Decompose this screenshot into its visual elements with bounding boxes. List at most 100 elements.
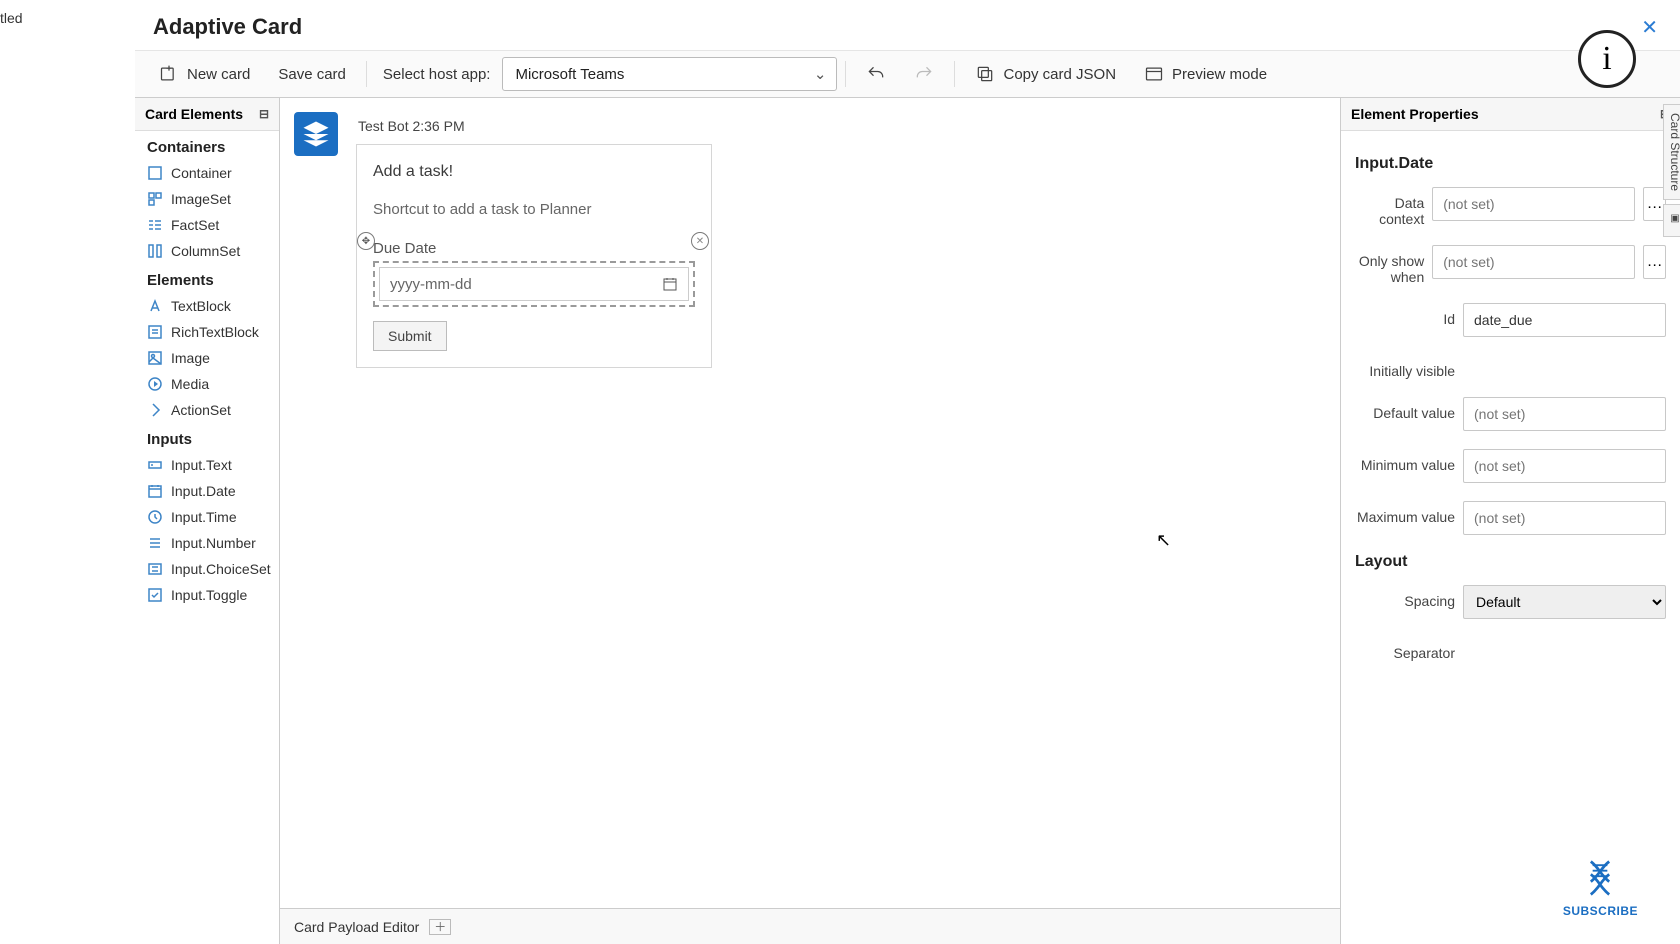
input-toggle-icon bbox=[147, 587, 163, 603]
host-app-select[interactable]: Microsoft Teams ⌄ bbox=[502, 57, 837, 91]
toolbar-separator bbox=[845, 61, 846, 87]
main-body: Card Elements ⊟ Containers Container Ima… bbox=[135, 98, 1680, 944]
id-input[interactable] bbox=[1463, 303, 1666, 337]
date-placeholder: yyyy-mm-dd bbox=[390, 276, 472, 293]
element-input-text[interactable]: Input.Text bbox=[135, 452, 279, 478]
element-properties-panel: Element Properties ⊟ Input.Date Data con… bbox=[1340, 98, 1680, 944]
input-time-icon bbox=[147, 509, 163, 525]
delete-element-icon[interactable]: ✕ bbox=[691, 232, 709, 250]
copy-json-button[interactable]: Copy card JSON bbox=[963, 58, 1128, 90]
element-textblock[interactable]: TextBlock bbox=[135, 293, 279, 319]
card-payload-editor-bar[interactable]: Card Payload Editor ＋ bbox=[280, 908, 1340, 944]
element-input-choiceset[interactable]: Input.ChoiceSet bbox=[135, 556, 279, 582]
save-card-button[interactable]: Save card bbox=[266, 60, 358, 89]
redo-icon bbox=[914, 64, 934, 84]
calendar-icon[interactable] bbox=[662, 276, 678, 292]
page-title: Adaptive Card bbox=[153, 14, 302, 40]
element-input-date[interactable]: Input.Date bbox=[135, 478, 279, 504]
bot-name-time: Test Bot 2:36 PM bbox=[358, 118, 712, 134]
card-subtitle-text[interactable]: Shortcut to add a task to Planner bbox=[373, 201, 695, 218]
new-card-label: New card bbox=[187, 66, 250, 83]
prop-separator: Separator bbox=[1355, 637, 1666, 661]
save-card-label: Save card bbox=[278, 66, 346, 83]
textblock-icon bbox=[147, 298, 163, 314]
element-imageset[interactable]: ImageSet bbox=[135, 186, 279, 212]
element-container[interactable]: Container bbox=[135, 160, 279, 186]
actionset-icon bbox=[147, 402, 163, 418]
move-handle-icon[interactable]: ✥ bbox=[357, 232, 375, 250]
layout-heading: Layout bbox=[1355, 553, 1666, 571]
prop-label: Id bbox=[1355, 303, 1455, 327]
prop-data-context: Data context … bbox=[1355, 187, 1666, 227]
subscribe-widget[interactable]: SUBSCRIBE bbox=[1563, 856, 1638, 918]
prop-label: Default value bbox=[1355, 397, 1455, 421]
factset-icon bbox=[147, 217, 163, 233]
only-show-when-input[interactable] bbox=[1432, 245, 1635, 279]
more-button[interactable]: … bbox=[1643, 245, 1666, 279]
preview-label: Preview mode bbox=[1172, 66, 1267, 83]
preview-icon bbox=[1144, 64, 1164, 84]
mouse-cursor-icon: ↖ bbox=[1156, 530, 1171, 551]
redo-button[interactable] bbox=[902, 58, 946, 90]
element-columnset[interactable]: ColumnSet bbox=[135, 238, 279, 264]
close-icon[interactable]: ✕ bbox=[1641, 15, 1658, 40]
date-input[interactable]: yyyy-mm-dd bbox=[379, 267, 689, 301]
side-tab-expand[interactable]: ▣ bbox=[1663, 204, 1680, 237]
host-app-value: Microsoft Teams bbox=[515, 66, 624, 83]
element-input-time[interactable]: Input.Time bbox=[135, 504, 279, 530]
input-number-icon bbox=[147, 535, 163, 551]
selected-input-date-block[interactable]: ✥ ✕ Due Date yyyy-mm-dd bbox=[373, 240, 695, 307]
data-context-input[interactable] bbox=[1432, 187, 1635, 221]
toolbar: New card Save card Select host app: Micr… bbox=[135, 50, 1680, 98]
new-card-button[interactable]: New card bbox=[147, 58, 262, 90]
element-factset[interactable]: FactSet bbox=[135, 212, 279, 238]
image-icon bbox=[147, 350, 163, 366]
prop-label: Initially visible bbox=[1355, 355, 1455, 379]
bot-avatar bbox=[294, 112, 338, 156]
element-media[interactable]: Media bbox=[135, 371, 279, 397]
prop-label: Separator bbox=[1355, 637, 1455, 661]
payload-title: Card Payload Editor bbox=[294, 919, 419, 935]
copy-icon bbox=[975, 64, 995, 84]
prop-default-value: Default value bbox=[1355, 397, 1666, 431]
undo-button[interactable] bbox=[854, 58, 898, 90]
collapse-icon[interactable]: ⊟ bbox=[259, 107, 269, 121]
columnset-icon bbox=[147, 243, 163, 259]
element-input-number[interactable]: Input.Number bbox=[135, 530, 279, 556]
min-value-input[interactable] bbox=[1463, 449, 1666, 483]
category-inputs: Inputs bbox=[135, 423, 279, 452]
input-date-icon bbox=[147, 483, 163, 499]
default-value-input[interactable] bbox=[1463, 397, 1666, 431]
dna-icon bbox=[1578, 856, 1622, 900]
card-title-text[interactable]: Add a task! bbox=[373, 163, 695, 181]
prop-spacing: Spacing Default bbox=[1355, 585, 1666, 619]
expand-icon[interactable]: ＋ bbox=[429, 919, 451, 935]
toolbar-separator bbox=[366, 61, 367, 87]
prop-maximum-value: Maximum value bbox=[1355, 501, 1666, 535]
card-preview[interactable]: Add a task! Shortcut to add a task to Pl… bbox=[356, 144, 712, 368]
category-elements: Elements bbox=[135, 264, 279, 293]
undo-icon bbox=[866, 64, 886, 84]
preview-mode-button[interactable]: Preview mode bbox=[1132, 58, 1279, 90]
prop-label: Maximum value bbox=[1355, 501, 1455, 525]
toolbar-separator bbox=[954, 61, 955, 87]
card-elements-header[interactable]: Card Elements ⊟ bbox=[135, 98, 279, 131]
input-text-icon bbox=[147, 457, 163, 473]
element-actionset[interactable]: ActionSet bbox=[135, 397, 279, 423]
properties-header[interactable]: Element Properties ⊟ bbox=[1341, 98, 1680, 131]
date-input-wrapper[interactable]: yyyy-mm-dd bbox=[373, 261, 695, 307]
element-type-heading: Input.Date bbox=[1355, 155, 1666, 173]
submit-button[interactable]: Submit bbox=[373, 321, 447, 351]
element-input-toggle[interactable]: Input.Toggle bbox=[135, 582, 279, 608]
element-richtextblock[interactable]: RichTextBlock bbox=[135, 319, 279, 345]
element-image[interactable]: Image bbox=[135, 345, 279, 371]
card-structure-tab[interactable]: Card Structure bbox=[1663, 104, 1680, 200]
background-tab-fragment: tled bbox=[0, 10, 23, 26]
host-app-label: Select host app: bbox=[375, 66, 499, 83]
design-canvas[interactable]: Test Bot 2:36 PM Add a task! Shortcut to… bbox=[280, 98, 1340, 944]
spacing-select[interactable]: Default bbox=[1463, 585, 1666, 619]
max-value-input[interactable] bbox=[1463, 501, 1666, 535]
subscribe-label: SUBSCRIBE bbox=[1563, 904, 1638, 918]
info-overlay-icon[interactable]: i bbox=[1578, 30, 1636, 88]
input-choiceset-icon bbox=[147, 561, 163, 577]
